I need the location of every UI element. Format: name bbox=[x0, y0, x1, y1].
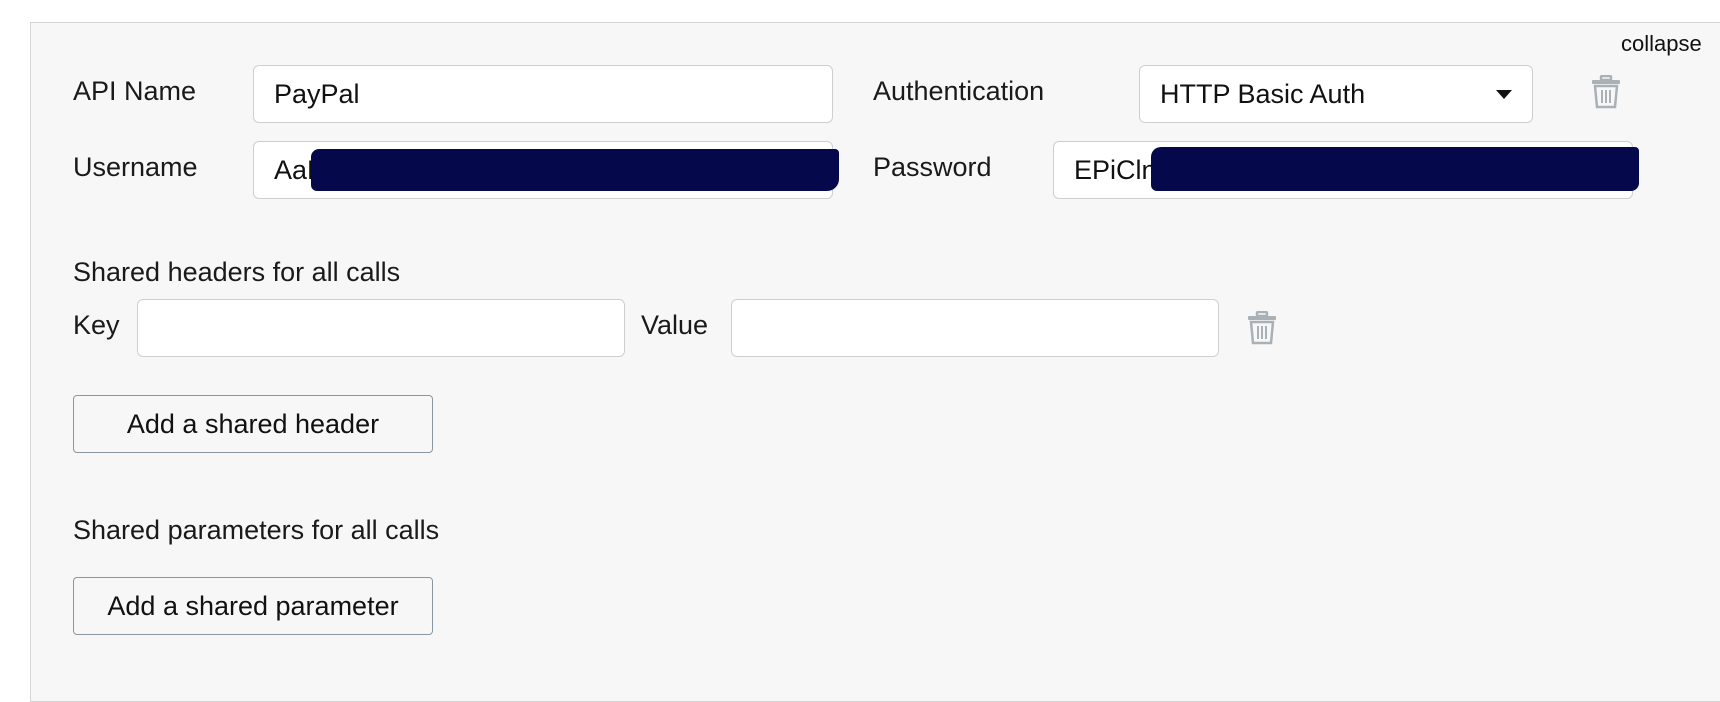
api-name-input[interactable]: PayPal bbox=[253, 65, 833, 123]
api-settings-panel: collapse API Name PayPal Authentication … bbox=[30, 22, 1720, 702]
add-shared-header-button[interactable]: Add a shared header bbox=[73, 395, 433, 453]
collapse-link[interactable]: collapse bbox=[1621, 31, 1702, 57]
shared-parameters-title: Shared parameters for all calls bbox=[73, 515, 440, 545]
add-shared-parameter-label: Add a shared parameter bbox=[107, 590, 399, 621]
chevron-down-icon bbox=[1496, 90, 1512, 99]
password-redaction bbox=[1151, 147, 1639, 191]
password-visible-prefix: EPiCln bbox=[1074, 154, 1157, 185]
authentication-select[interactable]: HTTP Basic Auth bbox=[1139, 65, 1533, 123]
authentication-label: Authentication bbox=[873, 76, 1045, 106]
api-name-value: PayPal bbox=[274, 78, 360, 109]
username-label: Username bbox=[73, 152, 198, 182]
header-key-input[interactable] bbox=[137, 299, 625, 357]
header-key-label: Key bbox=[73, 310, 120, 340]
header-value-label: Value bbox=[641, 310, 709, 340]
trash-icon[interactable] bbox=[1247, 311, 1277, 345]
shared-headers-title: Shared headers for all calls bbox=[73, 257, 401, 287]
add-shared-header-label: Add a shared header bbox=[126, 408, 380, 439]
add-shared-parameter-button[interactable]: Add a shared parameter bbox=[73, 577, 433, 635]
trash-icon[interactable] bbox=[1591, 75, 1621, 109]
header-value-input[interactable] bbox=[731, 299, 1219, 357]
username-redaction bbox=[311, 149, 839, 191]
password-label: Password bbox=[873, 152, 992, 182]
authentication-value: HTTP Basic Auth bbox=[1160, 78, 1366, 109]
api-name-label: API Name bbox=[73, 76, 197, 106]
